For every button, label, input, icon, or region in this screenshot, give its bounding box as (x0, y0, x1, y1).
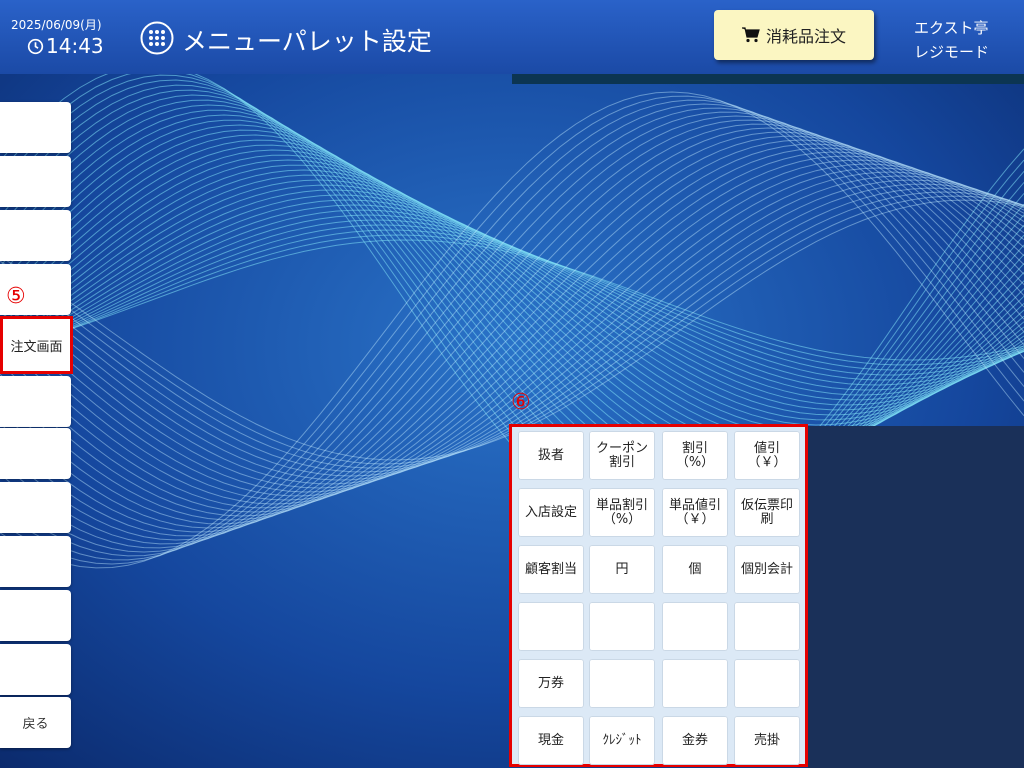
palette-key-r1-c1[interactable]: 扱者 (518, 431, 584, 480)
date-display: 2025/06/09(月) (11, 18, 102, 32)
annotation-marker-6: ⑥ (511, 390, 531, 415)
palette-key-r6-c4[interactable]: 売掛 (734, 716, 800, 765)
grid-icon (140, 21, 174, 55)
shop-name: エクスト亭 (914, 19, 989, 37)
consumables-order-label: 消耗品注文 (765, 27, 846, 46)
sidebar-button-order-screen-label: 注文画面 (10, 339, 63, 355)
palette-key-r3-c4[interactable]: 個別会計 (734, 545, 800, 594)
right-dark-panel (808, 426, 1024, 768)
palette-key-r6-c3[interactable]: 金券 (662, 716, 728, 765)
page-title: メニューパレット設定 (182, 27, 432, 56)
palette-key-r2-c1[interactable]: 入店設定 (518, 488, 584, 537)
time-text: 14:43 (46, 34, 104, 58)
time-display: 14:43 (27, 34, 104, 58)
annotation-marker-5: ⑤ (6, 284, 26, 309)
sidebar-button-order-screen[interactable]: 注文画面 (0, 316, 73, 374)
sidebar-button-3[interactable] (0, 210, 71, 261)
palette-key-r4-c4[interactable] (734, 602, 800, 651)
palette-key-r6-c1[interactable]: 現金 (518, 716, 584, 765)
palette-key-r3-c3[interactable]: 個 (662, 545, 728, 594)
header-bar: 2025/06/09(月) 14:43 メニューパレット設定 消耗品注文 エクス… (0, 0, 1024, 74)
sidebar-button-6[interactable] (0, 376, 71, 427)
palette-key-r5-c3[interactable] (662, 659, 728, 708)
cart-icon (741, 27, 760, 43)
sidebar-button-2[interactable] (0, 156, 71, 207)
clock-icon (27, 38, 44, 54)
palette-key-r2-c3[interactable]: 単品値引 （￥） (662, 488, 728, 537)
palette-key-r1-c2[interactable]: クーポン 割引 (589, 431, 655, 480)
consumables-order-button[interactable]: 消耗品注文 (714, 10, 874, 60)
back-button[interactable]: 戻る (0, 697, 71, 748)
palette-key-r5-c2[interactable] (589, 659, 655, 708)
palette-key-r4-c3[interactable] (662, 602, 728, 651)
palette-key-r2-c2[interactable]: 単品割引 （%） (589, 488, 655, 537)
palette-key-r5-c1[interactable]: 万券 (518, 659, 584, 708)
sidebar-button-9[interactable] (0, 536, 71, 587)
sidebar-button-1[interactable] (0, 102, 71, 153)
palette-key-r2-c4[interactable]: 仮伝票印 刷 (734, 488, 800, 537)
sidebar-button-10[interactable] (0, 590, 71, 641)
palette-key-r1-c3[interactable]: 割引 （%） (662, 431, 728, 480)
palette-key-r6-c2[interactable]: ｸﾚｼﾞｯﾄ (589, 716, 655, 765)
sidebar-button-11[interactable] (0, 644, 71, 695)
palette-key-r4-c2[interactable] (589, 602, 655, 651)
back-button-label: 戻る (22, 717, 49, 732)
menu-palette-grid: 扱者 クーポン 割引 割引 （%） 値引 （￥） 入店設定 単品割引 （%） 単品値引 （￥… (509, 424, 808, 767)
status-strip (512, 74, 1024, 84)
sidebar-button-8[interactable] (0, 482, 71, 533)
palette-key-r1-c4[interactable]: 値引 （￥） (734, 431, 800, 480)
sidebar-button-7[interactable] (0, 428, 71, 479)
palette-key-r3-c2[interactable]: 円 (589, 545, 655, 594)
palette-key-r5-c4[interactable] (734, 659, 800, 708)
palette-key-r4-c1[interactable] (518, 602, 584, 651)
palette-key-r3-c1[interactable]: 顧客割当 (518, 545, 584, 594)
mode-label: レジモード (914, 43, 990, 61)
